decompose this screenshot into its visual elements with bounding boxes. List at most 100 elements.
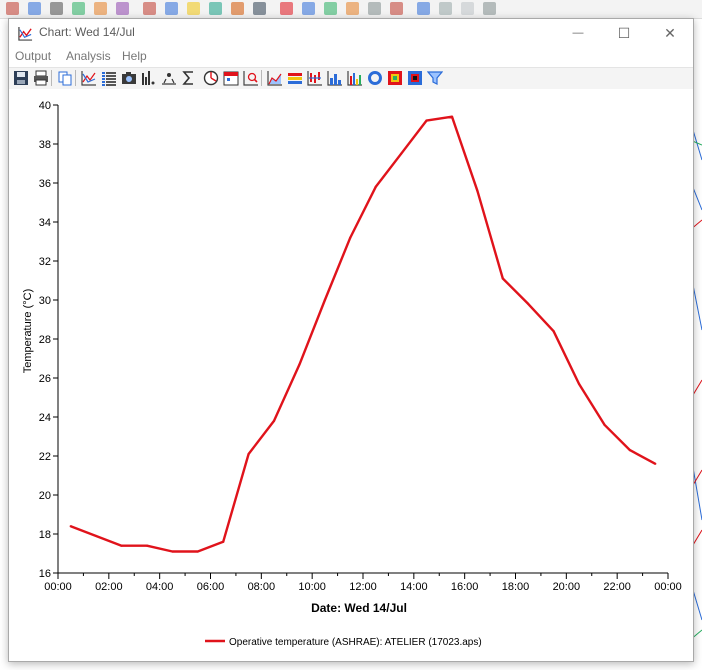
menu-output[interactable]: Output [15,49,51,63]
data-point [552,330,555,333]
area-chart-tool-button[interactable] [267,70,283,86]
calendar-icon [223,71,239,86]
menu-analysis[interactable]: Analysis [66,49,111,63]
close-icon: ✕ [664,24,676,41]
temperature-chart: 16 18 20 22 24 26 28 30 32 34 36 38 40 00:00 02:00 04:0… [22,100,682,648]
menu-help[interactable]: Help [122,49,147,63]
sum-tool-button[interactable] [181,70,197,86]
y-tick-label: 18 [39,529,51,541]
data-point [349,236,352,239]
background-tool-icon [6,2,19,15]
x-tick-label: 20:00 [553,581,581,593]
save-tool-button[interactable] [13,70,29,86]
band-chart-icon [288,73,302,84]
contour-tool-button[interactable] [407,70,423,86]
y-tick-label: 28 [39,334,51,346]
calendar-tool-button[interactable] [223,70,239,86]
title-bar[interactable]: Chart: Wed 14/Jul — ☐ ✕ [9,19,693,47]
y-tick-label: 26 [39,373,51,385]
background-tool-icon [280,2,293,15]
band-chart-tool-button[interactable] [287,70,303,86]
x-tick-label: 02:00 [95,581,123,593]
y-tick-label: 34 [39,217,51,229]
background-tool-icon [461,2,474,15]
background-tool-icon [390,2,403,15]
histogram-tool-button[interactable] [327,70,343,86]
data-point [298,363,301,366]
background-tool-icon [50,2,63,15]
x-tick-label: 08:00 [248,581,276,593]
bar-chart-tool-button[interactable] [347,70,363,86]
heatmap-tool-button[interactable] [387,70,403,86]
y-axis-label: Temperature (°C) [22,289,34,373]
maximize-icon: ☐ [617,24,631,41]
legend-entry: Operative temperature (ASHRAE): ATELIER … [229,637,482,648]
background-tool-icon [417,2,430,15]
maximize-button[interactable]: ☐ [601,19,647,47]
background-tool-icon [324,2,337,15]
data-point [425,119,428,122]
data-point [501,277,504,280]
distribution-icon [162,73,176,85]
window-title: Chart: Wed 14/Jul [39,25,135,39]
range-chart-tool-button[interactable] [307,70,323,86]
chart-toolbar [9,67,693,90]
x-tick-label: 00:00 [654,581,682,593]
data-point [527,302,530,305]
y-tick-label: 38 [39,139,51,151]
y-tick-label: 36 [39,178,51,190]
heatmap-icon [388,71,402,85]
peak-icon [142,71,155,85]
toolbar-separator [51,70,52,86]
x-tick-label: 10:00 [298,581,326,593]
area-chart-icon [267,71,282,86]
background-tool-icon [187,2,200,15]
minimize-icon: — [572,27,584,39]
data-point [196,550,199,553]
background-tool-icon [302,2,315,15]
background-tool-icon [94,2,107,15]
print-tool-button[interactable] [33,70,49,86]
data-point [577,382,581,385]
range-chart-icon [307,71,322,86]
background-toolbar [0,0,702,19]
sum-icon [182,71,193,85]
camera-tool-button[interactable] [121,70,137,86]
close-button[interactable]: ✕ [647,19,693,47]
x-tick-label: 18:00 [502,581,530,593]
data-point [603,423,606,426]
histogram-icon [327,71,342,86]
chart-window[interactable]: Chart: Wed 14/Jul — ☐ ✕ Output Analysis … [8,18,694,662]
peak-tool-button[interactable] [141,70,157,86]
y-tick-label: 22 [39,451,51,463]
background-tool-icon [209,2,222,15]
filter-icon [427,71,443,85]
x-tick-label: 04:00 [146,581,174,593]
data-point [171,550,174,553]
list-tool-button[interactable] [101,70,117,86]
print-icon [34,70,48,86]
data-point [69,525,72,528]
zoom-chart-tool-button[interactable] [243,70,259,86]
minimize-button[interactable]: — [555,19,601,47]
pie-tool-button[interactable] [203,70,219,86]
data-point [272,419,276,422]
line-chart-tool-button[interactable] [81,70,97,86]
copy-tool-button[interactable] [57,70,73,86]
y-tick-label: 30 [39,295,51,307]
background-tool-icon [368,2,381,15]
x-tick-label: 14:00 [400,581,428,593]
x-axis-label: Date: Wed 14/Jul [311,601,407,615]
background-tool-icon [165,2,178,15]
y-tick-label: 40 [39,100,51,112]
line-chart-icon [81,71,96,86]
save-icon [14,71,28,85]
distribution-tool-button[interactable] [161,70,177,86]
toolbar-separator [75,70,76,86]
donut-tool-button[interactable] [367,70,383,86]
toolbar-separator [261,70,262,86]
filter-tool-button[interactable] [427,70,443,86]
background-tool-icon [253,2,266,15]
pie-icon [203,70,219,86]
data-point [323,298,326,302]
